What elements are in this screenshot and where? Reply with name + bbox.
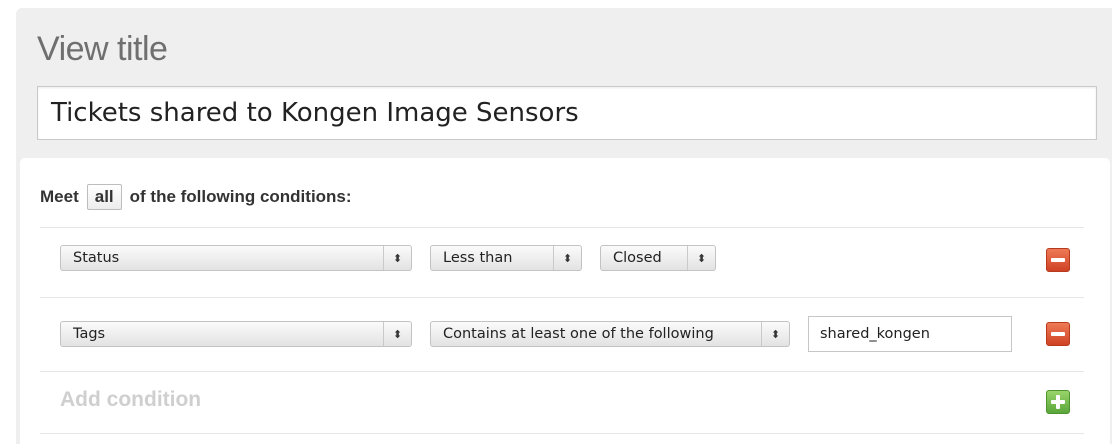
view-title-label: View title [37,30,168,68]
select-arrows-icon: ⬍ [383,322,411,346]
meet-prefix: Meet [40,187,79,206]
divider [40,297,1084,298]
remove-condition-1-button[interactable] [1046,248,1070,272]
select-arrows-icon: ⬍ [553,246,581,270]
divider [40,371,1084,372]
condition-2-value-input[interactable]: shared_kongen [808,316,1012,352]
meet-suffix: of the following conditions: [129,187,352,206]
select-arrows-icon: ⬍ [687,246,715,270]
condition-2-operator-value: Contains at least one of the following [443,326,714,342]
condition-1-value-select[interactable]: Closed ⬍ [600,245,716,271]
match-mode-row: Meet all of the following conditions: [40,180,352,214]
divider [40,433,1084,434]
divider [40,227,1084,228]
condition-1-operator-select[interactable]: Less than ⬍ [430,245,582,271]
remove-icon [1051,332,1065,336]
condition-1-field-value: Status [73,250,120,266]
condition-1-field-select[interactable]: Status ⬍ [60,245,412,271]
add-condition-link[interactable]: Add condition [60,388,201,412]
condition-1-value-value: Closed [613,250,662,266]
remove-icon [1051,258,1065,262]
condition-2-field-select[interactable]: Tags ⬍ [60,321,412,347]
condition-2-operator-select[interactable]: Contains at least one of the following ⬍ [430,321,790,347]
view-title-input[interactable]: Tickets shared to Kongen Image Sensors [37,86,1097,140]
add-icon [1051,395,1065,409]
select-arrows-icon: ⬍ [761,322,789,346]
add-condition-button[interactable] [1046,390,1070,414]
remove-condition-2-button[interactable] [1046,322,1070,346]
condition-1-operator-value: Less than [443,250,513,266]
match-mode-select[interactable]: all [86,184,122,210]
condition-2-field-value: Tags [73,326,106,342]
select-arrows-icon: ⬍ [383,246,411,270]
